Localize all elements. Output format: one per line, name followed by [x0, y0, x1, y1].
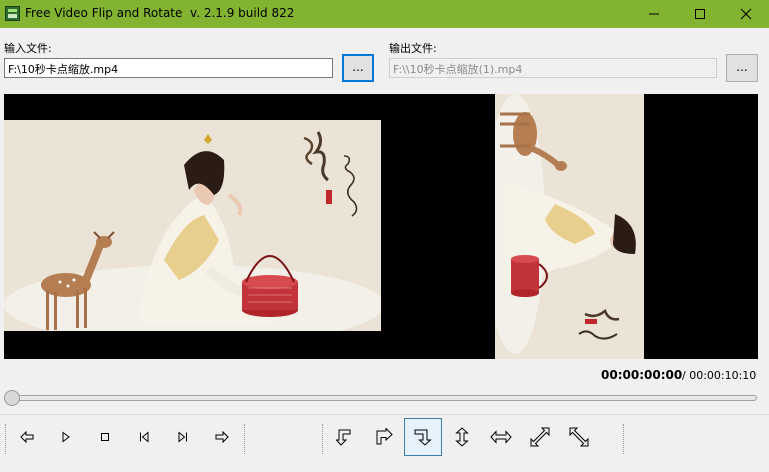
close-button[interactable] [723, 0, 769, 28]
rotate-180-icon [414, 429, 432, 446]
previous-frame-icon [20, 430, 34, 444]
rotate-180-button[interactable] [404, 418, 442, 456]
output-browse-button[interactable]: ... [726, 54, 758, 82]
source-preview-frame [4, 120, 381, 331]
flip-vertical-icon [455, 427, 469, 447]
seek-slider-thumb[interactable] [4, 390, 20, 406]
window-title: Free Video Flip and Rotate v. 2.1.9 buil… [25, 6, 295, 20]
minimize-button[interactable] [631, 0, 677, 28]
toolbar-grip [322, 424, 325, 454]
rotate-right-button[interactable] [365, 418, 403, 456]
input-browse-button[interactable]: ... [342, 54, 374, 82]
maximize-button[interactable] [677, 0, 723, 28]
go-to-end-icon [178, 431, 187, 443]
output-frame-image [495, 94, 644, 359]
toolbar-separator [623, 424, 626, 454]
go-to-start-button[interactable] [125, 418, 163, 456]
rotate-90-clockwise-icon [376, 428, 393, 445]
transpose-icon [530, 427, 550, 447]
go-to-end-button[interactable] [164, 418, 202, 456]
seek-slider-track[interactable] [8, 395, 757, 401]
previous-frame-button[interactable] [8, 418, 46, 456]
source-frame-image [4, 120, 381, 331]
next-frame-button[interactable] [203, 418, 241, 456]
rotate-90-counterclockwise-icon [336, 429, 351, 446]
go-to-start-icon [140, 431, 149, 443]
total-time: / 00:00:10:10 [682, 369, 757, 382]
flip-horizontal-icon [490, 430, 512, 444]
stop-icon [101, 433, 109, 441]
output-preview-frame [495, 94, 644, 359]
transpose-button[interactable] [521, 418, 559, 456]
input-file-label: 输入文件: [4, 42, 52, 55]
video-preview [4, 94, 758, 359]
maximize-icon [695, 9, 705, 19]
close-icon [740, 8, 752, 20]
transverse-icon [569, 427, 589, 447]
title-bar: Free Video Flip and Rotate v. 2.1.9 buil… [0, 0, 769, 28]
output-file-field: F:\\10秒卡点缩放(1).mp4 [389, 58, 717, 78]
minimize-icon [649, 13, 659, 15]
output-file-label: 输出文件: [389, 42, 437, 55]
play-button[interactable] [47, 418, 85, 456]
film-icon [5, 6, 20, 21]
transverse-button[interactable] [560, 418, 598, 456]
stop-button[interactable] [86, 418, 124, 456]
next-frame-icon [215, 430, 229, 444]
input-file-field[interactable]: F:\10秒卡点缩放.mp4 [4, 58, 333, 78]
toolbar-separator [244, 424, 247, 454]
current-time: 00:00:00:00 [601, 368, 683, 382]
flip-vertical-button[interactable] [443, 418, 481, 456]
flip-horizontal-button[interactable] [482, 418, 520, 456]
rotate-left-button[interactable] [326, 418, 364, 456]
play-icon [62, 431, 70, 443]
